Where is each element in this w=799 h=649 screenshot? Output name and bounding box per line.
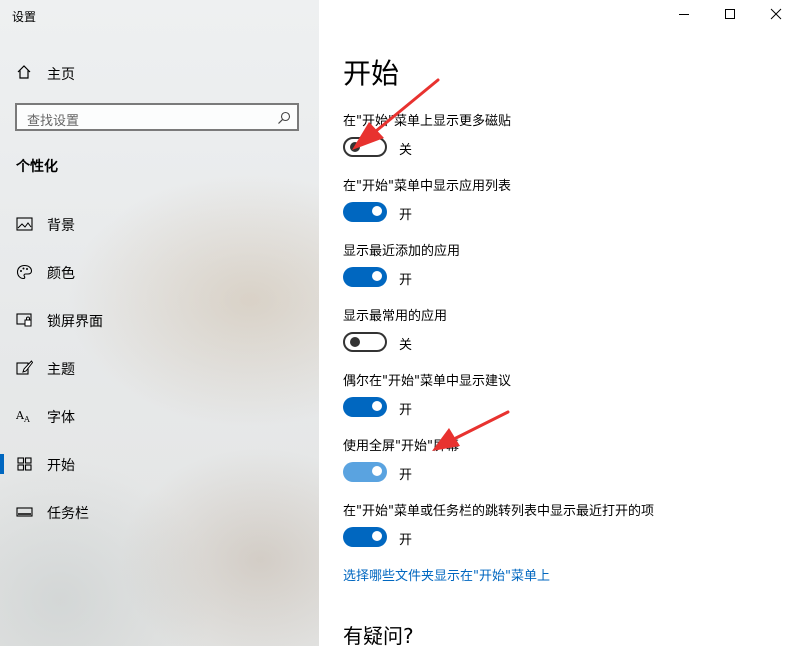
lock-screen-icon <box>16 313 32 327</box>
sidebar-item-label: 任务栏 <box>47 506 89 522</box>
search-icon[interactable] <box>277 111 291 125</box>
help-title: 有疑问? <box>343 624 414 648</box>
close-icon[interactable] <box>766 4 786 24</box>
toggle-jump-lists[interactable] <box>343 527 387 547</box>
choose-folders-link[interactable]: 选择哪些文件夹显示在"开始"菜单上 <box>343 565 550 584</box>
toggle-app-list[interactable] <box>343 202 387 222</box>
sidebar-item-fonts[interactable]: A A 字体 <box>0 396 319 436</box>
sidebar-item-label: 锁屏界面 <box>47 314 103 330</box>
sidebar: 设置 主页 查找设置 个性化 背景 颜色 锁屏界面 主题 A A 字体 开始 任… <box>0 0 319 646</box>
sidebar-item-taskbar[interactable]: 任务栏 <box>0 492 319 532</box>
toggle-state: 开 <box>399 403 413 418</box>
toggle-more-tiles[interactable] <box>343 137 387 157</box>
toggle-knob <box>350 337 360 347</box>
sidebar-item-label: 字体 <box>47 410 75 426</box>
sidebar-item-label: 主题 <box>47 362 75 378</box>
sidebar-item-colors[interactable]: 颜色 <box>0 252 319 292</box>
sidebar-item-themes[interactable]: 主题 <box>0 348 319 388</box>
sidebar-item-start[interactable]: 开始 <box>0 444 319 484</box>
toggle-suggestions[interactable] <box>343 397 387 417</box>
theme-brush-icon <box>16 360 33 375</box>
toggle-knob <box>372 206 382 216</box>
svg-text:A: A <box>23 415 30 424</box>
search-placeholder: 查找设置 <box>27 114 80 129</box>
setting-label: 偶尔在"开始"菜单中显示建议 <box>343 374 511 389</box>
section-title: 个性化 <box>16 159 58 175</box>
toggle-most-used[interactable] <box>343 332 387 352</box>
setting-label: 显示最近添加的应用 <box>343 244 461 259</box>
toggle-knob <box>372 401 382 411</box>
sidebar-item-label: 颜色 <box>47 266 75 282</box>
sidebar-home[interactable]: 主页 <box>0 56 319 88</box>
page-title: 开始 <box>343 57 400 90</box>
setting-label: 显示最常用的应用 <box>343 309 448 324</box>
taskbar-icon <box>16 507 33 517</box>
toggle-state: 关 <box>399 143 413 158</box>
palette-icon <box>16 264 33 280</box>
toggle-full-screen[interactable] <box>343 462 387 482</box>
toggle-state: 开 <box>399 533 413 548</box>
start-grid-icon <box>17 457 32 471</box>
toggle-knob <box>350 142 360 152</box>
setting-label: 使用全屏"开始"屏幕 <box>343 439 459 454</box>
sidebar-item-background[interactable]: 背景 <box>0 204 319 244</box>
sidebar-home-label: 主页 <box>47 67 75 83</box>
toggle-recently-added[interactable] <box>343 267 387 287</box>
sidebar-item-label: 背景 <box>47 218 75 234</box>
active-indicator <box>0 454 4 474</box>
setting-label: 在"开始"菜单上显示更多磁贴 <box>343 114 511 129</box>
maximize-icon[interactable] <box>720 4 740 24</box>
picture-icon <box>16 217 33 231</box>
sidebar-item-lock-screen[interactable]: 锁屏界面 <box>0 300 319 340</box>
setting-label: 在"开始"菜单或任务栏的跳转列表中显示最近打开的项 <box>343 504 654 519</box>
setting-label: 在"开始"菜单中显示应用列表 <box>343 179 511 194</box>
toggle-knob <box>372 466 382 476</box>
toggle-state: 关 <box>399 338 413 353</box>
toggle-state: 开 <box>399 273 413 288</box>
toggle-knob <box>372 531 382 541</box>
sidebar-item-label: 开始 <box>47 458 75 474</box>
font-icon: A A <box>16 409 30 424</box>
toggle-state: 开 <box>399 468 413 483</box>
search-box[interactable]: 查找设置 <box>15 103 299 131</box>
minimize-icon[interactable] <box>674 4 694 24</box>
window-title: 设置 <box>12 10 37 24</box>
toggle-state: 开 <box>399 208 413 223</box>
home-icon <box>17 65 31 79</box>
toggle-knob <box>372 271 382 281</box>
